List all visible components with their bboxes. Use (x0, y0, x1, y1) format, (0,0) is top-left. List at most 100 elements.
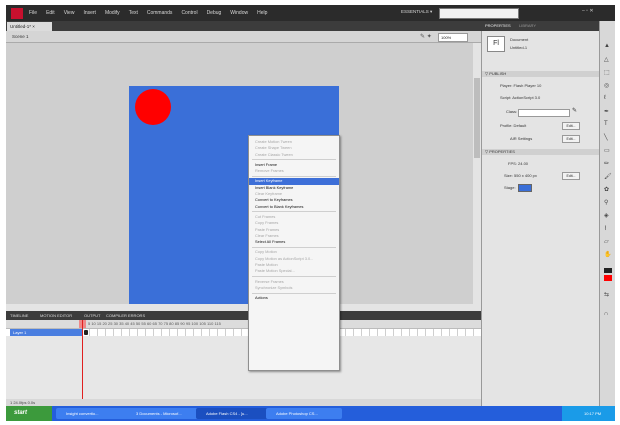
size-edit-button[interactable]: Edit... (562, 172, 580, 180)
pasteboard (6, 43, 481, 311)
doc-name: Untitled-1 (510, 45, 528, 50)
menu-modify[interactable]: Modify (105, 10, 120, 16)
edit-symbols-icon[interactable]: ✎ ✦ (420, 33, 432, 40)
zoom-select[interactable]: 100% (438, 33, 468, 42)
text-tool-icon[interactable]: T (604, 121, 608, 127)
taskbar-item[interactable]: 3 Documents - Microsof... (126, 408, 202, 419)
pen-tool-icon[interactable]: ✒ (604, 108, 609, 115)
menu-separator (252, 246, 336, 248)
start-button[interactable]: start (6, 406, 52, 421)
keyframe-marker[interactable] (84, 330, 88, 335)
workspace-switcher[interactable]: ESSENTIALS ▾ (401, 9, 432, 15)
pencil-tool-icon[interactable]: ✏ (604, 160, 609, 167)
hand-tool-icon[interactable]: ✋ (604, 251, 611, 258)
layer-name[interactable]: Layer 1 (10, 329, 83, 336)
document-tab-bar: Untitled-1* × (6, 21, 481, 31)
profile-label: Profile: Default (500, 123, 527, 128)
context-menu-item[interactable]: Actions (249, 295, 339, 301)
menu-bar: File Edit View Insert Modify Text Comman… (6, 5, 615, 21)
menu-insert[interactable]: Insert (83, 10, 96, 16)
rectangle-tool-icon[interactable]: ▭ (604, 147, 610, 154)
menu-separator (252, 175, 336, 177)
eyedropper-tool-icon[interactable]: ⌇ (604, 225, 607, 232)
context-menu-item[interactable]: Select All Frames (249, 239, 339, 245)
menu-debug[interactable]: Debug (207, 10, 222, 16)
scene-breadcrumb[interactable]: Scene 1 (12, 34, 29, 39)
tab-output[interactable]: OUTPUT (84, 313, 100, 318)
menu-separator (252, 292, 336, 294)
player-label: Player: Flash Player 10 (500, 83, 542, 88)
script-label: Script: ActionScript 3.0 (500, 95, 541, 100)
fps-label[interactable]: FPS: 24.00 (508, 161, 528, 166)
properties-section-header[interactable]: ▽ PROPERTIES (482, 149, 603, 155)
transform-tool-icon[interactable]: ⬚ (604, 69, 610, 76)
paint-bucket-tool-icon[interactable]: ◈ (604, 212, 609, 219)
timeline-tabs: TIMELINE MOTION EDITOR OUTPUT COMPILER E… (6, 311, 481, 320)
class-input[interactable] (518, 109, 570, 117)
stroke-color-swatch[interactable] (604, 268, 612, 273)
flash-logo-icon (11, 7, 23, 19)
pencil-icon[interactable]: ✎ (572, 107, 577, 114)
system-tray-clock: 10:17 PM (562, 406, 615, 421)
selection-tool-icon[interactable]: ▲ (604, 43, 610, 49)
menu-window[interactable]: Window (230, 10, 248, 16)
air-edit-button[interactable]: Edit... (562, 135, 580, 143)
menu-text[interactable]: Text (129, 10, 138, 16)
lasso-tool-icon[interactable]: ℓ (604, 95, 606, 101)
edit-bar: Scene 1 ✎ ✦ 100% (6, 31, 481, 43)
taskbar-item[interactable]: Adobe Photoshop CS... (266, 408, 342, 419)
window-controls[interactable]: – ▫ ✕ (582, 8, 594, 14)
menu-edit[interactable]: Edit (46, 10, 55, 16)
context-menu-item: Synchronize Symbols (255, 284, 293, 290)
tab-motion-editor[interactable]: MOTION EDITOR (40, 313, 72, 318)
context-menu-item: Create Classic Tween (255, 151, 293, 157)
context-menu: Create Motion Tween Create Shape Tween Cre… (248, 135, 340, 371)
scrollbar-thumb[interactable] (474, 78, 480, 158)
menu-separator (252, 211, 336, 213)
taskbar-item-active[interactable]: Adobe Flash CS4 - [u... (196, 408, 272, 419)
app-window: File Edit View Insert Modify Text Comman… (6, 5, 615, 421)
menu-separator (252, 159, 336, 161)
publish-section-header[interactable]: ▽ PUBLISH (482, 71, 603, 77)
context-menu-item: Remove Frames (255, 168, 284, 174)
playhead[interactable] (82, 320, 83, 400)
stage-color-swatch[interactable] (518, 184, 532, 192)
subselection-tool-icon[interactable]: △ (604, 56, 609, 63)
tab-library[interactable]: LIBRARY (519, 23, 536, 28)
bone-tool-icon[interactable]: ⚲ (604, 199, 608, 206)
menu-help[interactable]: Help (257, 10, 267, 16)
document-tab[interactable]: Untitled-1* × (7, 22, 52, 31)
deco-tool-icon[interactable]: ✿ (604, 186, 609, 193)
tab-timeline[interactable]: TIMELINE (10, 313, 28, 318)
context-menu-item[interactable]: Convert to Blank Keyframes (249, 204, 339, 210)
vertical-scrollbar[interactable] (473, 43, 481, 311)
menu-control[interactable]: Control (181, 10, 197, 16)
menu-commands[interactable]: Commands (147, 10, 173, 16)
tab-compiler-errors[interactable]: COMPILER ERRORS (106, 313, 145, 318)
taskbar-item[interactable]: Insight convertio... (56, 408, 132, 419)
snap-magnet-icon[interactable]: ∩ (604, 311, 608, 317)
help-search-input[interactable] (439, 8, 519, 19)
brush-tool-icon[interactable]: 🖌 (604, 173, 612, 180)
layer-row[interactable]: Layer 1 (6, 329, 481, 336)
frame-ruler[interactable]: 5 10 15 20 25 30 35 40 45 50 55 60 65 70… (6, 320, 481, 329)
3d-rotation-tool-icon[interactable]: ◎ (604, 82, 609, 89)
tab-properties[interactable]: PROPERTIES (485, 23, 511, 28)
menu-view[interactable]: View (64, 10, 75, 16)
eraser-tool-icon[interactable]: ▱ (604, 238, 609, 245)
menu-file[interactable]: File (29, 10, 37, 16)
horizontal-scrollbar[interactable] (6, 304, 473, 311)
menu-separator (252, 276, 336, 278)
properties-panel: Fl Document Untitled-1 ▽ PUBLISH Player:… (481, 31, 603, 406)
profile-edit-button[interactable]: Edit... (562, 122, 580, 130)
timeline-panel: 5 10 15 20 25 30 35 40 45 50 55 60 65 70… (6, 320, 485, 406)
tools-panel: ▲ △ ⬚ ◎ ℓ ✒ T ╲ ▭ ✏ 🖌 ✿ ⚲ ◈ ⌇ ▱ ✋ ⇆ ∩ (599, 21, 615, 406)
air-settings-label: AIR Settings (510, 136, 533, 141)
fill-color-swatch[interactable] (604, 275, 612, 281)
size-label: Size: 550 x 400 px (504, 173, 537, 178)
properties-tabs: PROPERTIES LIBRARY (481, 21, 599, 31)
line-tool-icon[interactable]: ╲ (604, 134, 608, 141)
red-circle-shape[interactable] (135, 89, 171, 125)
class-label: Class: (506, 109, 518, 114)
swap-colors-icon[interactable]: ⇆ (604, 291, 609, 298)
